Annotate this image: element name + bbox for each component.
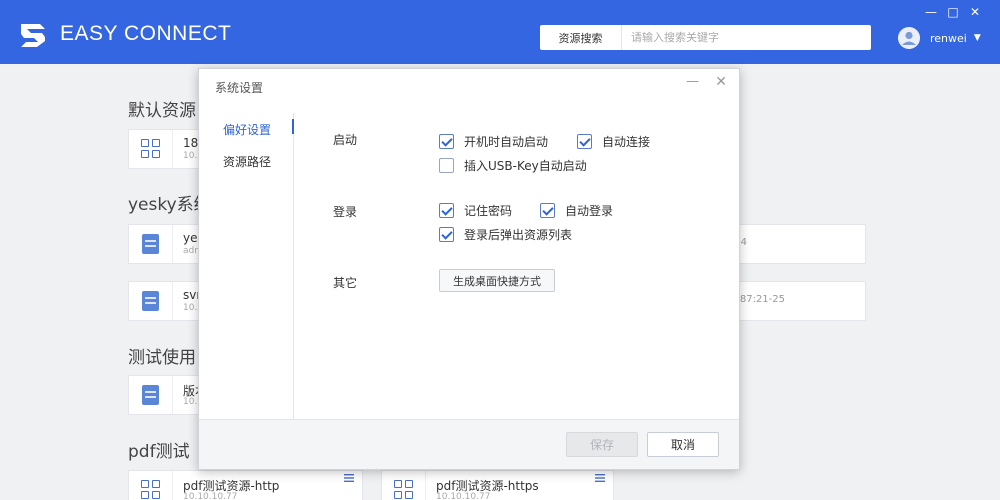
minimize-window-button[interactable]: — — [920, 4, 942, 20]
user-avatar-icon — [898, 27, 920, 49]
grid-icon — [140, 139, 161, 159]
list-menu-icon[interactable] — [344, 473, 354, 483]
startup-label: 启动 — [333, 133, 358, 147]
dialog-footer: 保存 取消 — [199, 419, 739, 469]
checkbox-label: 自动连接 — [602, 135, 651, 149]
auto-start-checkbox[interactable]: 开机时自动启动 — [439, 133, 548, 150]
app-brand-name: EASY CONNECT — [60, 22, 232, 45]
cancel-button[interactable]: 取消 — [647, 432, 719, 457]
checkbox-label: 插入USB-Key自动启动 — [464, 159, 587, 173]
search-input[interactable] — [622, 26, 871, 49]
checkbox-label: 开机时自动启动 — [464, 135, 549, 149]
close-window-button[interactable]: ✕ — [964, 4, 986, 20]
checkbox-label: 登录后弹出资源列表 — [464, 228, 573, 242]
save-button[interactable]: 保存 — [566, 432, 638, 457]
checkbox-checked-icon — [439, 227, 454, 242]
section-title: 测试使用 — [128, 348, 196, 368]
dialog-close-button[interactable]: ✕ — [715, 74, 727, 90]
user-menu[interactable]: renwei ▼ — [898, 27, 981, 49]
checkbox-checked-icon — [540, 203, 555, 218]
list-menu-icon[interactable] — [595, 473, 605, 483]
usb-key-start-checkbox[interactable]: 插入USB-Key自动启动 — [439, 157, 587, 174]
other-label: 其它 — [333, 276, 358, 290]
settings-sidebar: 偏好设置 资源路径 — [199, 113, 294, 419]
maximize-window-button[interactable]: □ — [942, 4, 964, 20]
resource-address: 10. — [183, 303, 198, 313]
auto-login-checkbox[interactable]: 自动登录 — [540, 202, 613, 219]
sidebar-item-resource-path[interactable]: 资源路径 — [223, 153, 271, 170]
server-icon — [142, 234, 159, 254]
checkbox-checked-icon — [439, 203, 454, 218]
search-category-dropdown[interactable]: 资源搜索 — [540, 25, 622, 50]
sidebar-item-preferences[interactable]: 偏好设置 — [223, 121, 271, 138]
resource-address: 10. — [183, 151, 198, 161]
section-title: 默认资源 — [128, 101, 196, 121]
resource-card[interactable]: pdf测试资源-https 10.10.10.77 — [381, 470, 614, 500]
settings-dialog: 系统设置 — ✕ 偏好设置 资源路径 启动 开机时自动启动 自动连接 插入USB… — [198, 68, 740, 470]
resource-card[interactable]: pdf测试资源-http 10.10.10.77 — [128, 470, 363, 500]
remember-password-checkbox[interactable]: 记住密码 — [439, 202, 512, 219]
grid-icon — [393, 480, 414, 500]
create-desktop-shortcut-button[interactable]: 生成桌面快捷方式 — [439, 269, 555, 292]
checkbox-unchecked-icon — [439, 158, 454, 173]
login-label: 登录 — [333, 205, 358, 219]
checkbox-checked-icon — [439, 134, 454, 149]
app-header: EASY CONNECT 资源搜索 — □ ✕ renwei ▼ — [0, 0, 1000, 64]
server-icon — [142, 385, 159, 405]
resource-address: 10.10.10.77 — [183, 492, 238, 500]
dialog-title: 系统设置 — [215, 81, 264, 95]
resource-address: 10. — [183, 397, 198, 407]
grid-icon — [140, 480, 161, 500]
chevron-down-icon: ▼ — [973, 33, 981, 43]
dialog-minimize-button[interactable]: — — [686, 74, 699, 89]
auto-connect-checkbox[interactable]: 自动连接 — [577, 133, 650, 150]
user-name: renwei — [930, 31, 967, 45]
resource-detail: 4 — [740, 237, 747, 248]
section-title: pdf测试 — [128, 442, 190, 462]
active-indicator — [292, 119, 294, 134]
resource-address: 10.10.10.77 — [436, 492, 491, 500]
resource-detail: 87:21-25 — [739, 294, 785, 305]
show-resource-list-checkbox[interactable]: 登录后弹出资源列表 — [439, 226, 572, 243]
easyconnect-logo-icon — [21, 24, 45, 47]
checkbox-label: 记住密码 — [464, 204, 513, 218]
resource-search-box: 资源搜索 — [540, 25, 871, 50]
server-icon — [142, 291, 159, 311]
window-controls: — □ ✕ — [920, 4, 986, 20]
checkbox-checked-icon — [577, 134, 592, 149]
checkbox-label: 自动登录 — [565, 204, 614, 218]
